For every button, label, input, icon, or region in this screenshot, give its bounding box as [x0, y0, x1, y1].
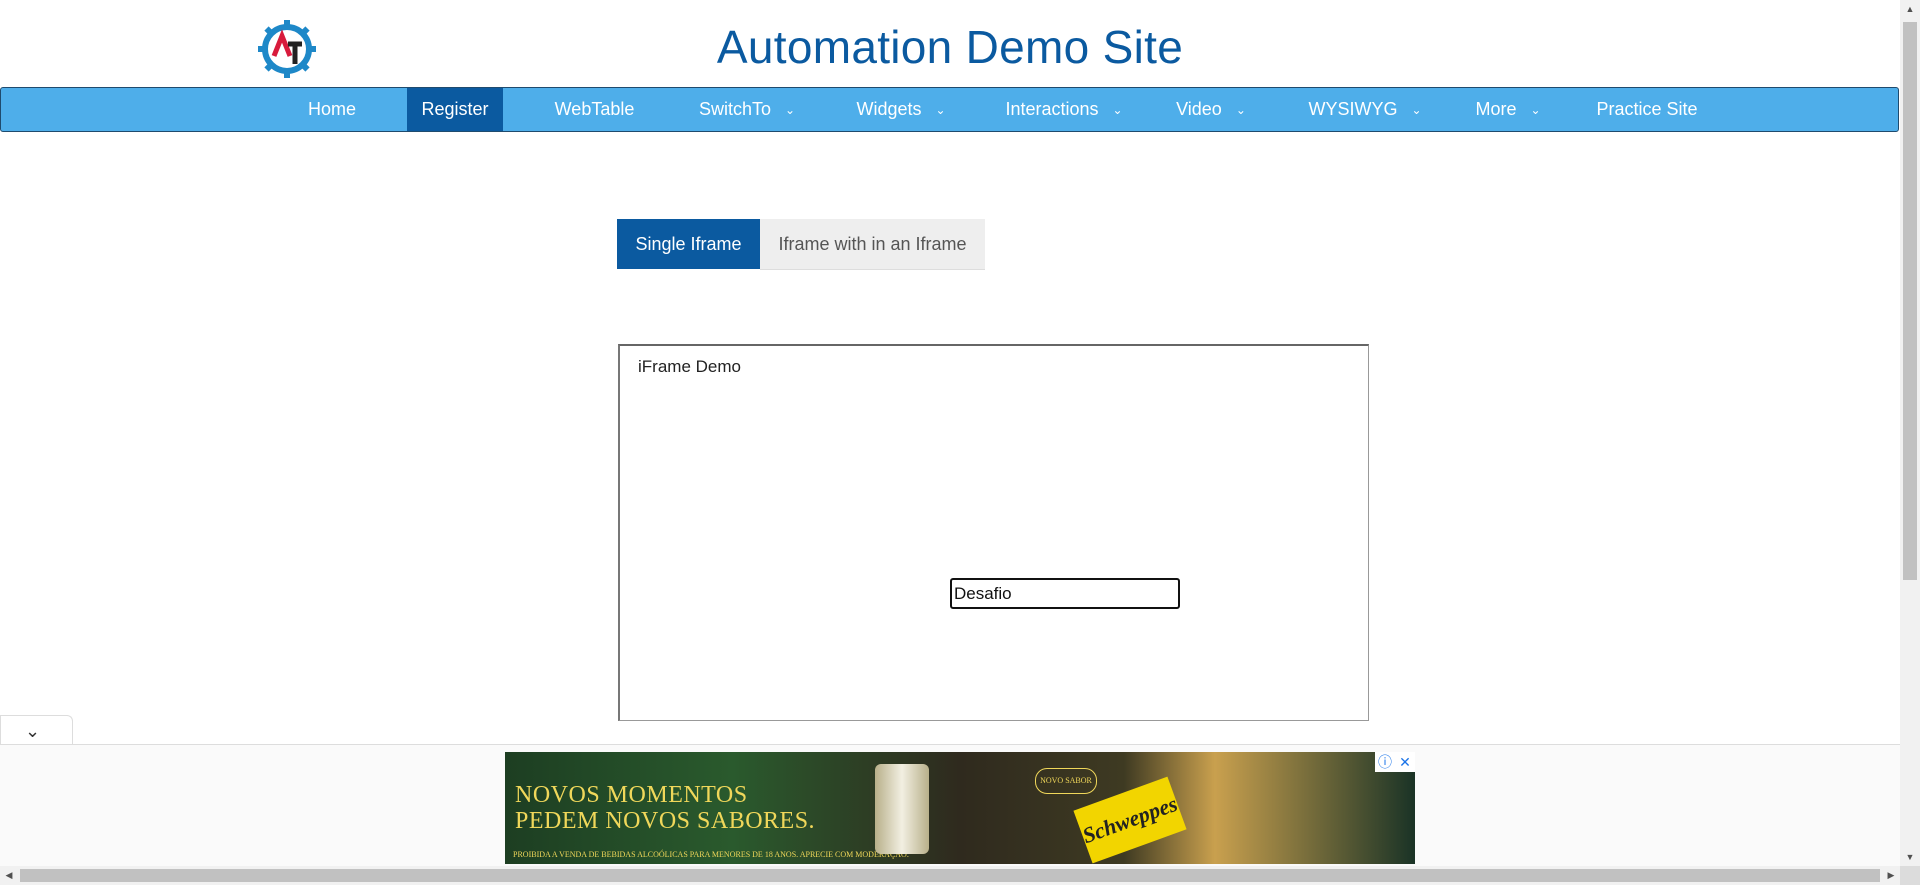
nav-wysiwyg-label: WYSIWYG: [1308, 99, 1398, 119]
ad-product-can: [875, 764, 929, 854]
nav-practice-site-label: Practice Site: [1596, 99, 1698, 119]
ad-disclaimer: PROIBIDA A VENDA DE BEBIDAS ALCOÓLICAS P…: [513, 850, 909, 859]
chevron-down-icon: ⌄: [1530, 102, 1541, 117]
nav-home[interactable]: Home: [291, 88, 373, 131]
site-title: Automation Demo Site: [716, 21, 1184, 73]
vertical-scrollbar[interactable]: ▲ ▼: [1900, 0, 1920, 866]
chevron-down-icon: ⌄: [1411, 102, 1422, 117]
iframe-title: iFrame Demo: [638, 357, 741, 376]
nav-video-label: Video: [1176, 99, 1222, 119]
nav-interactions[interactable]: Interactions ⌄: [994, 88, 1134, 131]
chevron-down-icon: ⌄: [935, 102, 946, 117]
info-icon[interactable]: ⓘ: [1375, 752, 1395, 772]
nav-practice-site[interactable]: Practice Site: [1587, 88, 1707, 131]
nav-widgets[interactable]: Widgets ⌄: [845, 88, 957, 131]
nav-widgets-label: Widgets: [856, 99, 922, 119]
chevron-down-icon: ⌄: [784, 102, 796, 117]
scroll-left-arrow-icon[interactable]: ◀: [0, 866, 18, 885]
horizontal-scroll-thumb[interactable]: [20, 869, 1880, 882]
nav-more-label: More: [1475, 99, 1517, 119]
scroll-right-arrow-icon[interactable]: ▶: [1882, 866, 1900, 885]
horizontal-scrollbar[interactable]: ◀ ▶: [0, 866, 1900, 885]
nav-switchto[interactable]: SwitchTo ⌄: [687, 88, 807, 131]
ad-headline-2: PEDEM NOVOS SABORES.: [515, 808, 816, 834]
nav-webtable[interactable]: WebTable: [541, 88, 648, 131]
main-navbar: Home Register WebTable SwitchTo ⌄ Widgets…: [0, 87, 1899, 132]
nav-wysiwyg[interactable]: WYSIWYG ⌄: [1297, 88, 1433, 131]
iframe-text-input[interactable]: [950, 578, 1180, 609]
chevron-down-icon: ⌄: [1235, 102, 1246, 117]
nav-register-label: Register: [421, 99, 489, 119]
nav-more[interactable]: More ⌄: [1465, 88, 1551, 131]
nav-video[interactable]: Video ⌄: [1165, 88, 1257, 131]
vertical-scroll-thumb[interactable]: [1903, 22, 1917, 580]
nav-home-label: Home: [307, 99, 356, 119]
nav-switchto-label: SwitchTo: [698, 99, 771, 119]
ad-headline-1: NOVOS MOMENTOS: [515, 782, 748, 808]
tab-iframe-in-iframe[interactable]: Iframe with in an Iframe: [760, 219, 985, 270]
tab-single-iframe[interactable]: Single Iframe: [617, 219, 760, 269]
ad-collapse-button[interactable]: ⌄: [0, 715, 73, 746]
iframe-frame: [618, 344, 1369, 721]
chevron-down-icon: ⌄: [1112, 102, 1123, 117]
nav-register[interactable]: Register: [407, 88, 503, 131]
nav-webtable-label: WebTable: [554, 99, 635, 119]
chevron-down-icon: ⌄: [25, 721, 41, 741]
scrollbar-corner: [1900, 866, 1920, 885]
ad-banner[interactable]: NOVOS MOMENTOS PEDEM NOVOS SABORES. PROI…: [505, 752, 1415, 864]
ad-badge: NOVO SABOR: [1035, 768, 1097, 794]
scroll-up-arrow-icon[interactable]: ▲: [1900, 0, 1920, 18]
scroll-down-arrow-icon[interactable]: ▼: [1900, 848, 1920, 866]
close-icon[interactable]: ✕: [1395, 752, 1415, 772]
nav-interactions-label: Interactions: [1005, 99, 1099, 119]
